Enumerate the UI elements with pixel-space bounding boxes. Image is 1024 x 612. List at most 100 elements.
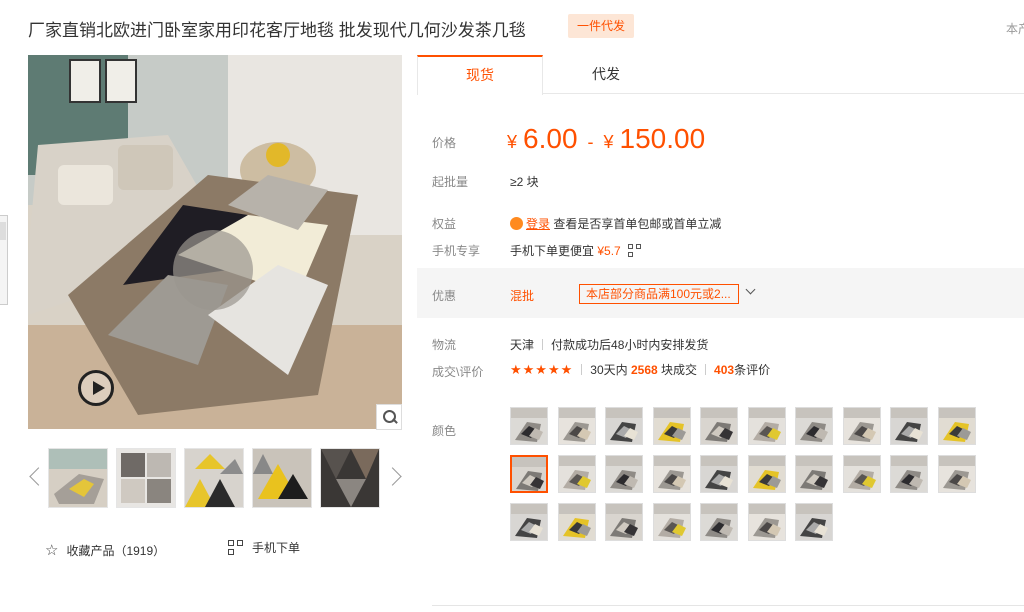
color-swatch[interactable] <box>795 455 833 493</box>
main-product-image[interactable] <box>28 55 402 429</box>
thumbnail-2[interactable] <box>116 448 176 508</box>
swatch-thumbnail <box>701 408 737 444</box>
color-swatch[interactable] <box>795 407 833 445</box>
swatch-thumbnail <box>891 408 927 444</box>
stock-tabs: 现货 代发 <box>417 55 1024 95</box>
color-swatch[interactable] <box>700 503 738 541</box>
color-label: 颜色 <box>432 424 457 438</box>
coupon-icon <box>510 217 523 230</box>
mobile-order[interactable]: 手机下单 <box>228 539 300 556</box>
qr-code-icon <box>228 539 244 556</box>
favorite-product[interactable]: ☆ 收藏产品（1919） <box>45 541 165 559</box>
color-swatch[interactable] <box>890 407 928 445</box>
color-swatch[interactable] <box>747 407 786 445</box>
swatch-thumbnail <box>796 456 832 492</box>
color-swatch[interactable] <box>842 455 881 493</box>
divider <box>432 605 1024 606</box>
color-swatch[interactable] <box>652 455 691 493</box>
chevron-down-icon[interactable] <box>745 284 756 295</box>
swatch-thumbnail <box>843 408 880 444</box>
thumbnail-1[interactable] <box>48 448 108 508</box>
mobile-qr-icon[interactable] <box>628 244 642 258</box>
zoom-icon[interactable] <box>376 404 402 430</box>
store-link[interactable]: 本产 <box>1006 20 1024 37</box>
thumbnail-4[interactable] <box>252 448 312 508</box>
swatch-thumbnail <box>796 504 832 540</box>
mobile-deal-label: 手机专享 <box>432 244 481 258</box>
color-swatch[interactable] <box>747 455 786 493</box>
play-video-button[interactable] <box>78 370 114 406</box>
thumbnail-3[interactable] <box>184 448 244 508</box>
moq-value: ≥2 块 <box>510 175 539 189</box>
dropship-badge: 一件代发 <box>568 14 635 38</box>
color-swatch[interactable] <box>890 455 928 493</box>
thumbnail-5[interactable] <box>320 448 380 508</box>
thumbnail-strip <box>28 445 408 511</box>
color-swatch[interactable] <box>605 503 643 541</box>
swatch-thumbnail <box>558 456 595 492</box>
color-swatch[interactable] <box>510 455 548 493</box>
price-high: 150.00 <box>619 123 706 154</box>
thumb-next-arrow-icon[interactable] <box>388 465 402 489</box>
star-outline-icon: ☆ <box>45 542 59 559</box>
swatch-thumbnail <box>701 504 737 540</box>
mobile-deal-row: 手机下单更便宜 ¥5.7 <box>510 242 642 259</box>
promotion-type: 混批 <box>510 289 535 303</box>
price-separator: - <box>587 132 594 152</box>
color-swatch[interactable] <box>700 407 738 445</box>
divider <box>705 364 707 375</box>
swatch-thumbnail <box>653 456 690 492</box>
currency-symbol: ¥ <box>507 132 518 152</box>
login-link[interactable]: 登录 <box>526 217 550 231</box>
sold-unit: 块成交 <box>661 363 698 377</box>
mobile-order-label: 手机下单 <box>252 541 301 555</box>
swatch-thumbnail <box>606 408 642 444</box>
color-swatch[interactable] <box>605 455 643 493</box>
color-swatch[interactable] <box>652 503 691 541</box>
swatch-thumbnail <box>653 504 690 540</box>
product-title: 厂家直销北欧进门卧室家用印花客厅地毯 批发现代几何沙发茶几毯 <box>28 21 526 40</box>
color-swatch[interactable] <box>605 407 643 445</box>
promotion-tag[interactable]: 本店部分商品满100元或2... <box>579 284 739 304</box>
logistics-label: 物流 <box>432 338 457 352</box>
logistics-row: 天津 付款成功后48小时内安排发货 <box>510 336 708 353</box>
color-swatch[interactable] <box>510 407 548 445</box>
swatch-thumbnail <box>748 456 785 492</box>
rating-stars: ★★★★★ <box>510 362 574 377</box>
color-swatch[interactable] <box>700 455 738 493</box>
swatch-thumbnail <box>606 504 642 540</box>
color-swatch[interactable] <box>842 407 881 445</box>
swatch-thumbnail <box>558 408 595 444</box>
swatch-thumbnail <box>891 456 927 492</box>
color-swatch[interactable] <box>937 407 976 445</box>
color-swatch[interactable] <box>557 455 596 493</box>
divider <box>542 339 544 350</box>
color-swatch[interactable] <box>937 455 976 493</box>
color-swatch[interactable] <box>557 407 596 445</box>
price-low: 6.00 <box>523 123 578 154</box>
review-count[interactable]: 403 <box>714 363 734 377</box>
swatch-thumbnail <box>558 504 595 540</box>
divider <box>581 364 583 375</box>
thumb-prev-arrow-icon[interactable] <box>28 465 42 489</box>
moq-label: 起批量 <box>432 175 469 189</box>
mobile-deal-text: 手机下单更便宜 <box>510 244 595 258</box>
reviews-row: ★★★★★ 30天内 2568 块成交 403条评价 <box>510 361 770 378</box>
promotion-label: 优惠 <box>432 289 457 303</box>
review-unit[interactable]: 条评价 <box>734 363 770 377</box>
swatch-thumbnail <box>796 408 832 444</box>
color-swatch[interactable] <box>557 503 596 541</box>
benefits-text: 查看是否享首单包邮或首单立减 <box>553 217 722 231</box>
color-swatch[interactable] <box>795 503 833 541</box>
title-row: 厂家直销北欧进门卧室家用印花客厅地毯 批发现代几何沙发茶几毯 一件代发 本产 <box>28 12 1024 40</box>
color-swatch[interactable] <box>747 503 786 541</box>
tab-dropship[interactable]: 代发 <box>543 55 669 94</box>
benefits-row: 登录 查看是否享首单包邮或首单立减 <box>510 215 721 232</box>
swatch-thumbnail <box>938 408 975 444</box>
reviews-label: 成交\评价 <box>432 365 484 379</box>
side-panel-tab-handle <box>0 222 6 240</box>
color-swatch[interactable] <box>652 407 691 445</box>
color-swatch[interactable] <box>510 503 548 541</box>
tab-in-stock[interactable]: 现货 <box>417 55 543 95</box>
product-info-panel: 现货 代发 价格 ¥ 6.00 - ¥ 150.00 起批量 ≥2 块 权益 登… <box>417 55 1024 612</box>
